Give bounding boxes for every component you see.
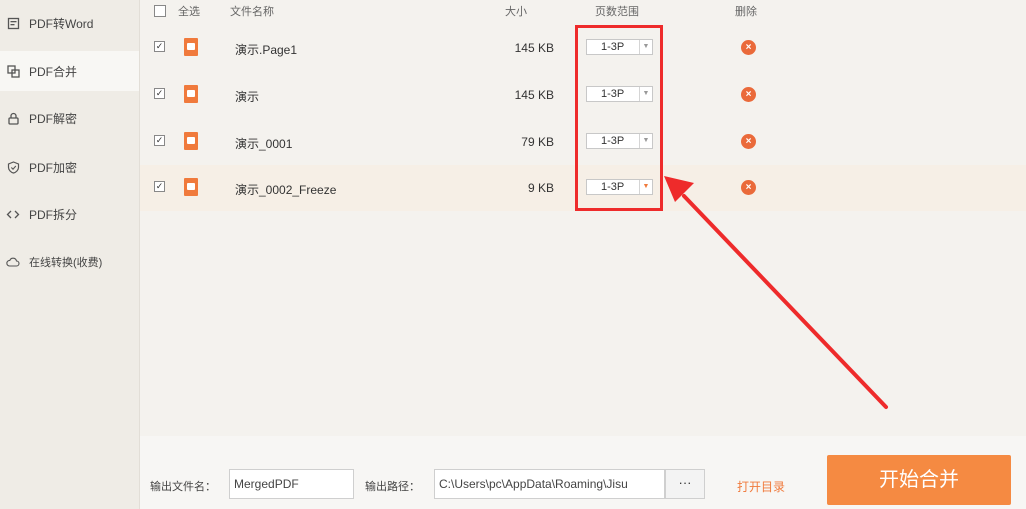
sidebar-item-pdf-to-word[interactable]: PDF转Word	[0, 3, 139, 43]
delete-icon[interactable]: ×	[741, 87, 756, 102]
page-range-select[interactable]: 1-3P ▼	[586, 39, 653, 55]
page-range-select[interactable]: 1-3P ▼	[586, 179, 653, 195]
sidebar-item-pdf-merge[interactable]: PDF合并	[0, 51, 139, 91]
page-range-value: 1-3P	[601, 88, 625, 100]
sidebar-item-label: PDF合并	[29, 64, 78, 79]
row-checkbox[interactable]: ✓	[154, 88, 165, 99]
select-all-checkbox[interactable]	[154, 5, 166, 17]
sidebar-item-label: PDF加密	[29, 160, 78, 175]
sidebar: PDF转Word PDF合并 PDF解密 PDF加密 PDF拆分 在线转换(收费…	[0, 0, 140, 509]
output-name-label: 输出文件名：	[150, 481, 216, 493]
cloud-icon	[6, 255, 20, 269]
pdf-file-icon	[184, 178, 198, 196]
delete-icon[interactable]: ×	[741, 180, 756, 195]
open-directory-link[interactable]: 打开目录	[737, 478, 785, 495]
delete-icon[interactable]: ×	[741, 40, 756, 55]
table-row: ✓ 演示 145 KB 1-3P ▼ ×	[140, 72, 1026, 118]
page-range-value: 1-3P	[601, 41, 625, 53]
row-checkbox[interactable]: ✓	[154, 41, 165, 52]
split-icon	[6, 207, 20, 221]
table-row: ✓ 演示.Page1 145 KB 1-3P ▼ ×	[140, 25, 1026, 71]
page-range-value: 1-3P	[601, 135, 625, 147]
row-checkbox[interactable]: ✓	[154, 181, 165, 192]
browse-button[interactable]: ···	[665, 469, 705, 499]
delete-icon[interactable]: ×	[741, 134, 756, 149]
output-name-input[interactable]: MergedPDF	[229, 469, 354, 499]
pdf-file-icon	[184, 132, 198, 150]
table-row: ✓ 演示_0002_Freeze 9 KB 1-3P ▼ ×	[140, 165, 1026, 211]
file-size: 145 KB	[514, 88, 554, 102]
chevron-down-icon[interactable]: ▼	[639, 180, 652, 194]
select-all-label: 全选	[178, 6, 200, 18]
file-size: 9 KB	[527, 181, 554, 195]
filename-header: 文件名称	[230, 6, 274, 18]
file-name: 演示	[235, 90, 260, 104]
table-header: 全选 文件名称 大小 页数范围 删除	[140, 0, 1026, 24]
file-size: 79 KB	[521, 135, 554, 149]
chevron-down-icon[interactable]: ▼	[639, 40, 652, 54]
chevron-down-icon[interactable]: ▼	[639, 134, 652, 148]
pdf-file-icon	[184, 38, 198, 56]
table-row: ✓ 演示_0001 79 KB 1-3P ▼ ×	[140, 119, 1026, 165]
file-name: 演示_0002_Freeze	[235, 183, 337, 197]
pdf-file-icon	[184, 85, 198, 103]
start-merge-button[interactable]: 开始合并	[827, 455, 1011, 505]
row-checkbox[interactable]: ✓	[154, 135, 165, 146]
sidebar-item-pdf-encrypt[interactable]: PDF加密	[0, 147, 139, 187]
word-icon	[6, 16, 20, 30]
page-range-select[interactable]: 1-3P ▼	[586, 86, 653, 102]
chevron-down-icon[interactable]: ▼	[639, 87, 652, 101]
delete-header: 删除	[735, 6, 757, 18]
file-name: 演示_0001	[235, 137, 293, 151]
file-name: 演示.Page1	[235, 43, 298, 57]
unlock-icon	[6, 111, 20, 125]
merge-icon	[6, 64, 20, 78]
sidebar-item-pdf-decrypt[interactable]: PDF解密	[0, 98, 139, 138]
output-path-label: 输出路径：	[365, 481, 420, 493]
sidebar-item-label: PDF拆分	[29, 207, 78, 222]
sidebar-item-label: 在线转换(收费)	[29, 257, 103, 269]
sidebar-item-label: PDF解密	[29, 111, 78, 126]
output-path-input[interactable]: C:\Users\pc\AppData\Roaming\Jisu	[434, 469, 665, 499]
sidebar-item-pdf-split[interactable]: PDF拆分	[0, 194, 139, 234]
page-range-header: 页数范围	[595, 6, 639, 18]
shield-icon	[6, 160, 20, 174]
page-range-select[interactable]: 1-3P ▼	[586, 133, 653, 149]
page-range-value: 1-3P	[601, 181, 625, 193]
sidebar-item-label: PDF转Word	[29, 16, 94, 31]
size-header: 大小	[505, 6, 527, 18]
sidebar-item-online-convert[interactable]: 在线转换(收费)	[0, 242, 139, 282]
file-list-panel: 全选 文件名称 大小 页数范围 删除 ✓ 演示.Page1 145 KB 1-3…	[140, 0, 1026, 509]
file-size: 145 KB	[514, 41, 554, 55]
